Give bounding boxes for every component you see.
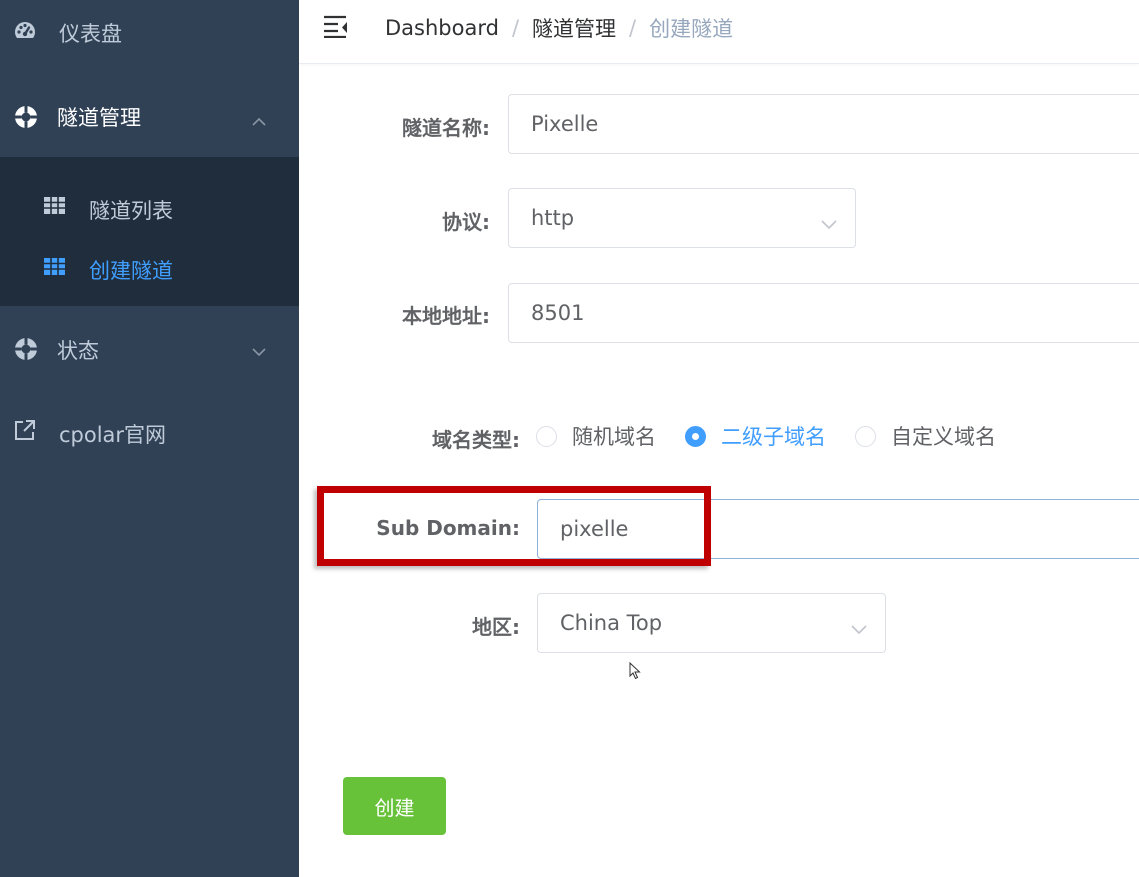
sub-domain-value: pixelle <box>560 517 629 541</box>
domain-type-label: 域名类型: <box>432 428 520 452</box>
radio-label: 随机域名 <box>572 425 656 449</box>
sidebar-item-cpolar-site[interactable]: cpolar官网 <box>0 402 299 462</box>
grid-icon <box>44 258 65 275</box>
tunnel-name-input[interactable]: Pixelle <box>508 94 1139 154</box>
protocol-label: 协议: <box>442 210 490 234</box>
create-button[interactable]: 创建 <box>343 777 446 835</box>
breadcrumb-item-tunnel-management[interactable]: 隧道管理 <box>532 13 616 43</box>
external-link-icon <box>13 418 37 442</box>
chevron-up-icon <box>251 108 267 132</box>
radio-label: 二级子域名 <box>721 425 826 449</box>
sidebar-item-label: 隧道管理 <box>57 106 141 130</box>
sidebar: 仪表盘 隧道管理 隧道列表 创建隧道 状态 cpolar官网 <box>0 0 299 877</box>
region-label: 地区: <box>472 615 520 639</box>
radio-random-domain[interactable]: 随机域名 <box>536 421 656 451</box>
tunnel-name-label: 隧道名称: <box>402 116 490 140</box>
local-address-input[interactable]: 8501 <box>508 283 1139 343</box>
protocol-value: http <box>531 206 575 230</box>
top-header: Dashboard / 隧道管理 / 创建隧道 <box>299 0 1139 64</box>
region-select[interactable]: China Top <box>537 593 886 653</box>
mouse-cursor-icon <box>629 661 641 680</box>
domain-type-radio-group: 随机域名 二级子域名 自定义域名 <box>536 420 1025 452</box>
sub-domain-input[interactable]: pixelle <box>537 499 1139 559</box>
lifebuoy-icon <box>13 336 39 362</box>
local-address-value: 8501 <box>531 301 585 325</box>
radio-custom-domain[interactable]: 自定义域名 <box>855 421 996 451</box>
chevron-down-icon <box>251 338 267 362</box>
lifebuoy-icon <box>13 104 39 130</box>
radio-label: 自定义域名 <box>891 425 996 449</box>
breadcrumb-separator: / <box>511 16 520 40</box>
radio-subdomain[interactable]: 二级子域名 <box>685 421 826 451</box>
sidebar-item-label: 隧道列表 <box>89 199 173 223</box>
sidebar-item-tunnel-management[interactable]: 隧道管理 <box>0 84 299 148</box>
radio-circle[interactable] <box>536 425 557 447</box>
sidebar-item-tunnel-list[interactable]: 隧道列表 <box>0 171 299 235</box>
radio-circle[interactable] <box>685 425 706 447</box>
sidebar-item-status[interactable]: 状态 <box>0 318 299 378</box>
breadcrumb-item-dashboard[interactable]: Dashboard <box>385 16 499 40</box>
tunnel-name-value: Pixelle <box>531 112 599 136</box>
hamburger-icon[interactable] <box>323 14 349 39</box>
gauge-icon <box>13 20 37 42</box>
radio-circle[interactable] <box>855 425 876 447</box>
sidebar-item-label: 仪表盘 <box>59 22 122 46</box>
sidebar-item-dashboard[interactable]: 仪表盘 <box>0 0 299 64</box>
sidebar-item-label: 创建隧道 <box>89 259 173 283</box>
sidebar-item-label: 状态 <box>57 339 99 363</box>
chevron-down-icon <box>821 211 837 235</box>
sidebar-item-create-tunnel[interactable]: 创建隧道 <box>0 245 299 309</box>
breadcrumb: Dashboard / 隧道管理 / 创建隧道 <box>385 13 733 43</box>
submenu-tunnel-management: 隧道列表 创建隧道 <box>0 157 299 306</box>
local-address-label: 本地地址: <box>402 304 490 328</box>
grid-icon <box>44 197 65 214</box>
breadcrumb-item-current: 创建隧道 <box>649 17 734 41</box>
chevron-down-icon <box>851 616 867 640</box>
sub-domain-label: Sub Domain: <box>376 516 520 540</box>
protocol-select[interactable]: http <box>508 188 856 248</box>
breadcrumb-separator: / <box>629 16 637 40</box>
region-value: China Top <box>560 611 663 635</box>
sidebar-item-label: cpolar官网 <box>59 423 167 447</box>
